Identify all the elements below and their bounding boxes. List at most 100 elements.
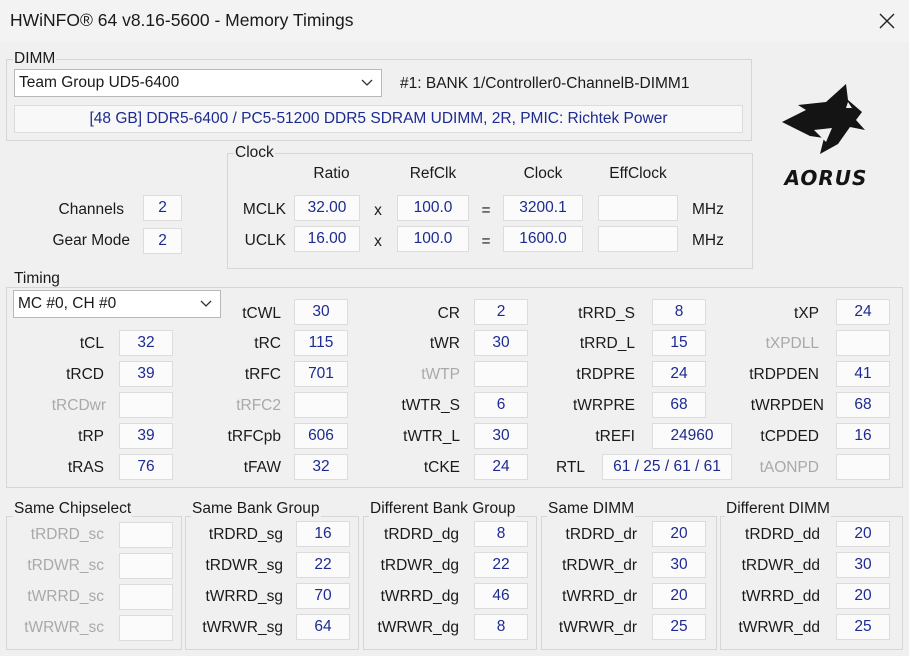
channels-value: 2 bbox=[143, 195, 182, 221]
twrrd-dr-value: 20 bbox=[652, 583, 706, 609]
trdwr-dd-label: tRDWR_dd bbox=[741, 557, 820, 574]
trefi-value: 24960 bbox=[652, 423, 732, 449]
cr-label: CR bbox=[437, 305, 460, 322]
same-dimm-label: Same DIMM bbox=[547, 500, 636, 517]
twr-label: tWR bbox=[429, 335, 460, 352]
twrwr-dd-label: tWRWR_dd bbox=[738, 619, 820, 636]
tcl-label: tCL bbox=[79, 335, 104, 352]
same-chipselect-label: Same Chipselect bbox=[13, 500, 133, 517]
close-icon bbox=[879, 13, 895, 29]
trdrd-sc-value bbox=[119, 522, 173, 548]
twrrd-dd-value: 20 bbox=[836, 583, 890, 609]
trdrd-sg-label: tRDRD_sg bbox=[208, 526, 283, 543]
uclk-refclk: 100.0 bbox=[397, 226, 469, 252]
twtp-value bbox=[474, 361, 528, 387]
tras-value: 76 bbox=[119, 454, 173, 480]
tfaw-label: tFAW bbox=[243, 459, 281, 476]
gear-mode-label: Gear Mode bbox=[52, 232, 130, 249]
channels-label: Channels bbox=[58, 201, 125, 218]
twrrd-dg-value: 46 bbox=[474, 583, 528, 609]
twrrd-dr-label: tWRRD_dr bbox=[562, 588, 637, 605]
twrrd-sc-value bbox=[119, 584, 173, 610]
trp-value: 39 bbox=[119, 423, 173, 449]
tcpded-value: 16 bbox=[836, 423, 890, 449]
trc-label: tRC bbox=[254, 335, 281, 352]
different-bank-group-label: Different Bank Group bbox=[369, 500, 517, 517]
trdpre-label: tRDPRE bbox=[576, 366, 635, 383]
trfcpb-label: tRFCpb bbox=[227, 428, 281, 445]
trfcpb-value: 606 bbox=[294, 423, 348, 449]
twrpre-label: tWRPRE bbox=[573, 397, 635, 414]
twrwr-dd-value: 25 bbox=[836, 614, 890, 640]
twrwr-dr-value: 25 bbox=[652, 614, 706, 640]
trdrd-dg-value: 8 bbox=[474, 521, 528, 547]
twrrd-dd-label: tWRRD_dd bbox=[741, 588, 820, 605]
trfc-label: tRFC bbox=[244, 366, 281, 383]
twtp-label: tWTP bbox=[421, 366, 460, 383]
tras-label: tRAS bbox=[67, 459, 104, 476]
tcl-value: 32 bbox=[119, 330, 173, 356]
channel-select[interactable]: MC #0, CH #0 bbox=[13, 290, 221, 318]
trdrd-sg-value: 16 bbox=[296, 521, 350, 547]
twrwr-sg-value: 64 bbox=[296, 614, 350, 640]
twtr-l-value: 30 bbox=[474, 423, 528, 449]
clock-header-ratio: Ratio bbox=[313, 165, 350, 182]
uclk-unit: MHz bbox=[692, 232, 724, 249]
trcd-label: tRCD bbox=[66, 366, 104, 383]
trdpden-label: tRDPDEN bbox=[749, 366, 819, 383]
dimm-select[interactable]: Team Group UD5-6400 bbox=[14, 69, 382, 97]
trdrd-dr-label: tRDRD_dr bbox=[565, 526, 637, 543]
cr-value: 2 bbox=[474, 299, 528, 325]
txp-value: 24 bbox=[836, 299, 890, 325]
twrpden-value: 68 bbox=[836, 392, 890, 418]
tcpded-label: tCPDED bbox=[760, 428, 819, 445]
trdrd-dg-label: tRDRD_dg bbox=[384, 526, 459, 543]
window-title: HWiNFO® 64 v8.16-5600 - Memory Timings bbox=[10, 10, 354, 30]
dimm-group-label: DIMM bbox=[13, 50, 57, 67]
trfc2-label: tRFC2 bbox=[236, 397, 281, 414]
mclk-label: MCLK bbox=[242, 201, 286, 218]
mclk-clock: 3200.1 bbox=[503, 195, 583, 221]
close-button[interactable] bbox=[872, 6, 902, 36]
uclk-times: x bbox=[374, 233, 382, 250]
gear-mode-value: 2 bbox=[143, 228, 182, 254]
clock-group-label: Clock bbox=[234, 144, 275, 161]
txp-label: tXP bbox=[794, 305, 819, 322]
trfc2-value bbox=[294, 392, 348, 418]
mclk-equals: = bbox=[481, 202, 491, 219]
tcwl-value: 30 bbox=[294, 299, 348, 325]
twr-value: 30 bbox=[474, 330, 528, 356]
mclk-refclk: 100.0 bbox=[397, 195, 469, 221]
trcd-value: 39 bbox=[119, 361, 173, 387]
channel-select-value: MC #0, CH #0 bbox=[18, 295, 117, 312]
twtr-s-label: tWTR_S bbox=[401, 397, 460, 414]
txpdll-value bbox=[836, 330, 890, 356]
trdrd-dr-value: 20 bbox=[652, 521, 706, 547]
trc-value: 115 bbox=[294, 330, 348, 356]
twtr-l-label: tWTR_L bbox=[403, 428, 460, 445]
twrpden-label: tWRPDEN bbox=[750, 397, 824, 414]
different-dimm-label: Different DIMM bbox=[725, 500, 831, 517]
trdwr-dg-label: tRDWR_dg bbox=[380, 557, 459, 574]
uclk-effclock bbox=[598, 226, 678, 252]
trdrd-dd-label: tRDRD_dd bbox=[745, 526, 820, 543]
uclk-label: UCLK bbox=[244, 232, 286, 249]
twrrd-sg-value: 70 bbox=[296, 583, 350, 609]
twrwr-dg-label: tWRWR_dg bbox=[377, 619, 459, 636]
dimm-slot-label: #1: BANK 1/Controller0-ChannelB-DIMM1 bbox=[400, 75, 690, 92]
aorus-logo-text: AORUS bbox=[784, 166, 868, 190]
twrwr-dr-label: tWRWR_dr bbox=[558, 619, 637, 636]
mclk-effclock bbox=[598, 195, 678, 221]
trrd-l-value: 15 bbox=[652, 330, 706, 356]
taonpd-label: tAONPD bbox=[759, 459, 819, 476]
txpdll-label: tXPDLL bbox=[765, 335, 819, 352]
twrpre-value: 68 bbox=[652, 392, 706, 418]
trrd-s-value: 8 bbox=[652, 299, 706, 325]
same-bank-group-label: Same Bank Group bbox=[191, 500, 321, 517]
trdwr-dr-value: 30 bbox=[652, 552, 706, 578]
twrwr-sc-label: tWRWR_sc bbox=[24, 619, 104, 636]
timing-group-label: Timing bbox=[13, 270, 61, 287]
clock-header-refclk: RefClk bbox=[409, 165, 457, 182]
trcdwr-value bbox=[119, 392, 173, 418]
mclk-ratio: 32.00 bbox=[294, 195, 360, 221]
